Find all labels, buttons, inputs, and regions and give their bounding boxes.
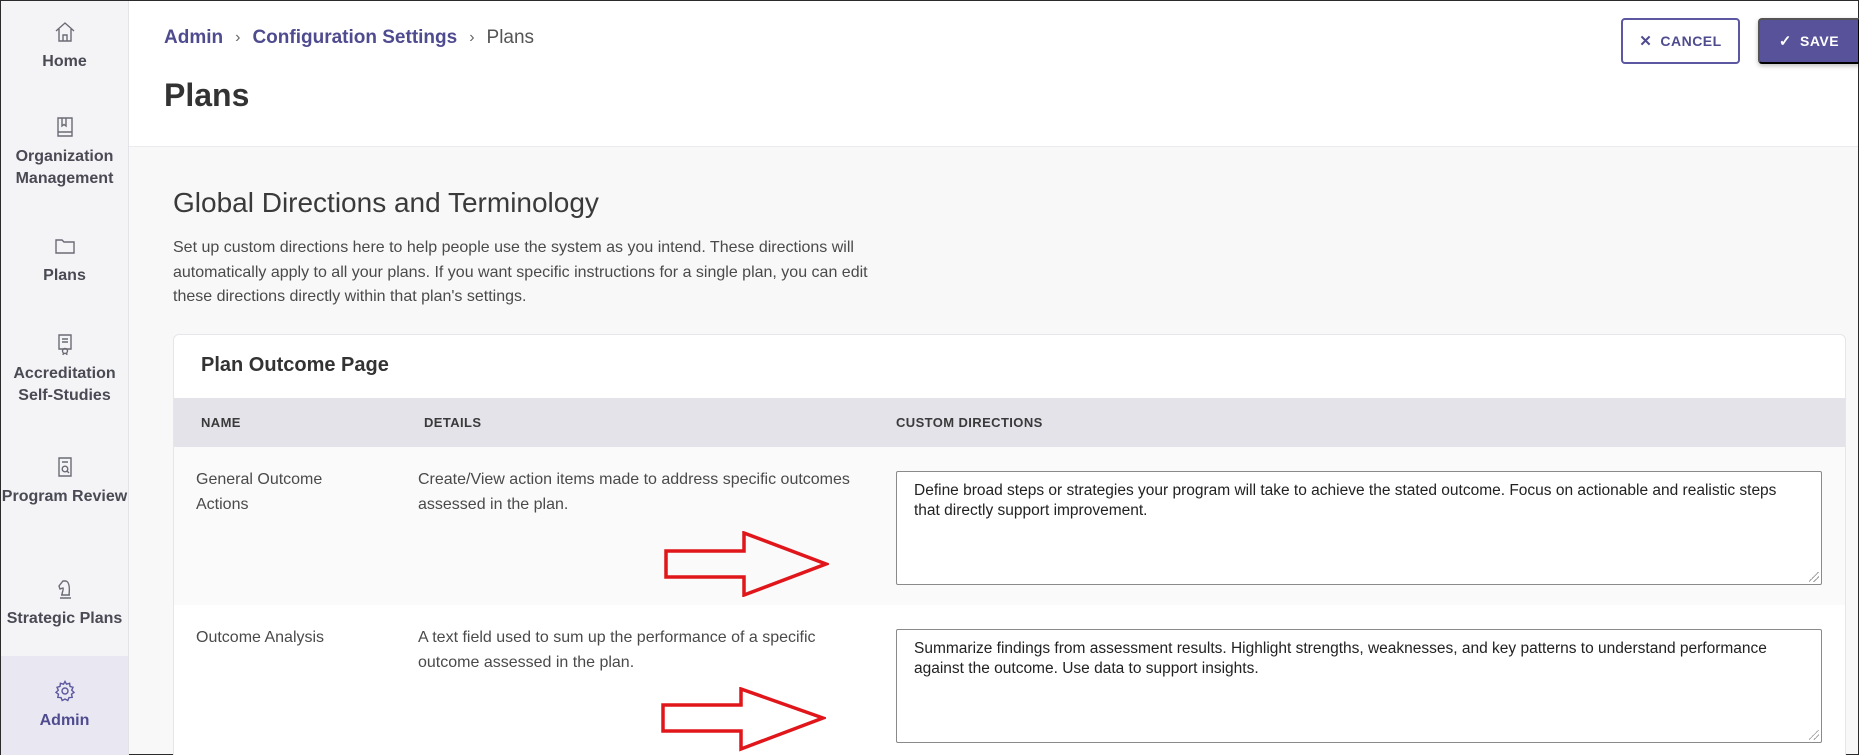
check-icon: ✓ bbox=[1778, 33, 1792, 50]
row-details: Create/View action items made to address… bbox=[418, 471, 850, 513]
sidebar-item-plans[interactable]: Plans bbox=[1, 233, 128, 293]
sidebar-item-label: Home bbox=[42, 53, 87, 70]
sidebar-item-accreditation-self-studies[interactable]: Accreditation Self-Studies bbox=[1, 331, 128, 411]
sidebar-item-label: Admin bbox=[39, 712, 90, 729]
table-row: General Outcome Actions Create/View acti… bbox=[174, 447, 1845, 605]
breadcrumb-separator: › bbox=[469, 29, 475, 46]
table-row: Outcome Analysis A text field used to su… bbox=[174, 605, 1845, 755]
home-icon bbox=[52, 19, 78, 45]
cancel-button[interactable]: ✕ CANCEL bbox=[1621, 18, 1740, 64]
row-details: A text field used to sum up the performa… bbox=[418, 629, 816, 671]
sidebar-item-label: Strategic Plans bbox=[6, 610, 123, 627]
sidebar-item-admin[interactable]: Admin bbox=[1, 656, 128, 755]
resize-handle-icon[interactable] bbox=[1809, 730, 1819, 740]
column-header-details: DETAILS bbox=[424, 415, 482, 430]
breadcrumb-admin-link[interactable]: Admin bbox=[164, 27, 223, 49]
chess-knight-icon bbox=[52, 576, 78, 602]
sidebar: Home Organization Management Plans Accre… bbox=[1, 1, 129, 755]
card-title: Plan Outcome Page bbox=[201, 354, 389, 376]
sidebar-item-strategic-plans[interactable]: Strategic Plans bbox=[1, 576, 128, 636]
sidebar-item-program-review[interactable]: Program Review bbox=[1, 454, 128, 534]
sidebar-item-label: Plans bbox=[43, 267, 86, 284]
page-title: Plans bbox=[164, 77, 250, 113]
custom-directions-text: Define broad steps or strategies your pr… bbox=[914, 482, 1777, 519]
breadcrumb: Admin › Configuration Settings › Plans bbox=[164, 27, 534, 49]
main-content: Global Directions and Terminology Set up… bbox=[129, 147, 1858, 755]
sidebar-item-label: Accreditation Self-Studies bbox=[13, 365, 116, 404]
folder-icon bbox=[52, 233, 78, 259]
custom-directions-textarea[interactable]: Define broad steps or strategies your pr… bbox=[896, 471, 1822, 585]
book-icon bbox=[52, 114, 78, 140]
breadcrumb-separator: › bbox=[235, 29, 241, 46]
annotation-arrow bbox=[661, 687, 826, 752]
save-button-label: SAVE bbox=[1799, 33, 1840, 49]
annotation-arrow bbox=[664, 531, 829, 597]
sidebar-item-label: Program Review bbox=[1, 488, 128, 505]
save-button[interactable]: ✓ SAVE bbox=[1758, 18, 1859, 64]
page-header: Admin › Configuration Settings › Plans P… bbox=[129, 1, 1858, 147]
row-name: Outcome Analysis bbox=[196, 629, 325, 646]
section-title: Global Directions and Terminology bbox=[173, 187, 599, 218]
section-description: Set up custom directions here to help pe… bbox=[173, 239, 868, 305]
sidebar-item-label: Organization Management bbox=[15, 148, 114, 187]
breadcrumb-configuration-settings-link[interactable]: Configuration Settings bbox=[252, 27, 457, 49]
column-header-name: NAME bbox=[201, 415, 241, 430]
row-name: General Outcome Actions bbox=[196, 471, 323, 513]
resize-handle-icon[interactable] bbox=[1809, 572, 1819, 582]
custom-directions-textarea[interactable]: Summarize findings from assessment resul… bbox=[896, 629, 1822, 743]
certificate-icon bbox=[52, 331, 78, 357]
breadcrumb-current: Plans bbox=[486, 27, 535, 48]
custom-directions-text: Summarize findings from assessment resul… bbox=[914, 640, 1767, 677]
sidebar-item-organization-management[interactable]: Organization Management bbox=[1, 114, 128, 194]
column-header-custom-directions: CUSTOM DIRECTIONS bbox=[896, 415, 1043, 430]
plan-outcome-card: Plan Outcome Page NAME DETAILS CUSTOM DI… bbox=[173, 334, 1846, 755]
close-icon: ✕ bbox=[1639, 33, 1653, 50]
sidebar-item-home[interactable]: Home bbox=[1, 19, 128, 81]
table-header: NAME DETAILS CUSTOM DIRECTIONS bbox=[174, 398, 1845, 447]
document-search-icon bbox=[52, 454, 78, 480]
gear-icon bbox=[52, 678, 78, 704]
cancel-button-label: CANCEL bbox=[1660, 33, 1722, 49]
